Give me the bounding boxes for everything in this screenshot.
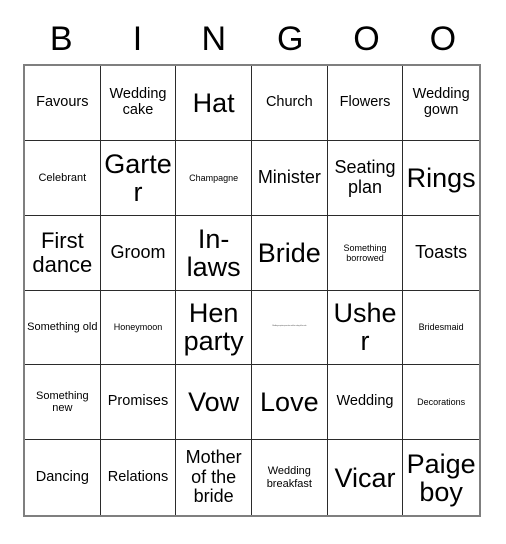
- bingo-cell-r5c1[interactable]: Something new: [25, 365, 101, 441]
- bingo-header-letter-2: I: [132, 19, 143, 58]
- bingo-cell-r1c2[interactable]: Wedding cake: [100, 66, 177, 141]
- bingo-cell-r3c1[interactable]: First dance: [25, 215, 101, 291]
- bingo-cell-r5c6[interactable]: Decorations: [403, 365, 479, 441]
- bingo-cell-r1c1[interactable]: Favours: [25, 66, 101, 141]
- bingo-cell-r1c6[interactable]: Wedding gown: [403, 66, 479, 141]
- bingo-cell-r3c4[interactable]: Bride: [251, 215, 328, 291]
- bingo-header-letter-4: G: [276, 19, 304, 58]
- bingo-cell-label: Flowers: [339, 93, 391, 110]
- bingo-cell-label: Decorations: [417, 397, 466, 408]
- bingo-cell-label: In-laws: [186, 223, 241, 282]
- bingo-cell-label: Vicar: [334, 462, 396, 493]
- bingo-header-row: BINGOO: [23, 13, 481, 64]
- bingo-cell-label: Champagne: [189, 172, 239, 183]
- bingo-cell-r3c3[interactable]: In-laws: [176, 215, 252, 291]
- bingo-cell-label: Usher: [333, 298, 397, 357]
- bingo-cell-r4c6[interactable]: Bridesmaid: [403, 290, 479, 366]
- bingo-cell-label: Church: [265, 93, 313, 110]
- bingo-cell-label: Hen party: [183, 298, 244, 357]
- bingo-cell-label: Bridesmaid: [418, 322, 464, 333]
- bingo-cell-label: Vow: [188, 387, 240, 418]
- bingo-cell-label: Love: [260, 387, 319, 418]
- bingo-cell-label: Wedding cake: [109, 85, 167, 118]
- bingo-cell-label: First dance: [32, 228, 93, 277]
- bingo-header-letter-5: O: [353, 19, 380, 58]
- bingo-cell-label: Something old: [27, 321, 98, 334]
- bingo-cell-r5c3[interactable]: Vow: [176, 365, 252, 441]
- bingo-cell-r6c1[interactable]: Dancing: [25, 440, 101, 515]
- bingo-cell-label: Wedding gown: [412, 85, 470, 118]
- bingo-cell-label: Favours: [36, 93, 89, 110]
- bingo-cell-label: Garter: [104, 148, 172, 207]
- bingo-cell-r2c4[interactable]: Minister: [251, 140, 328, 216]
- bingo-header-letter-6: O: [429, 19, 457, 58]
- bingo-cell-r5c5[interactable]: Wedding: [327, 365, 404, 441]
- bingo-cell-label: Hat: [192, 87, 235, 118]
- bingo-cell-r4c4[interactable]: Wedding reception speeches and the cutti…: [251, 290, 328, 366]
- bingo-cell-label: Bride: [257, 237, 321, 268]
- bingo-cell-r6c4[interactable]: Wedding breakfast: [251, 440, 328, 515]
- bingo-cell-label: Honeymoon: [113, 322, 163, 333]
- bingo-cell-r4c2[interactable]: Honeymoon: [100, 290, 177, 366]
- bingo-cell-r1c3[interactable]: Hat: [176, 66, 252, 141]
- bingo-cell-r6c2[interactable]: Relations: [100, 440, 177, 515]
- bingo-cell-r6c3[interactable]: Mother of the bride: [176, 440, 252, 515]
- bingo-cell-r5c2[interactable]: Promises: [100, 365, 177, 441]
- bingo-cell-r1c5[interactable]: Flowers: [327, 66, 404, 141]
- bingo-header-letter-1: B: [49, 19, 73, 58]
- bingo-cell-r2c5[interactable]: Seating plan: [327, 140, 404, 216]
- bingo-cell-r5c4[interactable]: Love: [251, 365, 328, 441]
- bingo-cell-label: Groom: [110, 241, 166, 262]
- bingo-cell-r2c3[interactable]: Champagne: [176, 140, 252, 216]
- bingo-cell-label: Minister: [257, 167, 321, 188]
- bingo-cell-label: Paige boy: [406, 448, 476, 507]
- bingo-grid: Favours Wedding cake Hat Church Flowers Weddi…: [23, 64, 481, 517]
- bingo-cell-r4c3[interactable]: Hen party: [176, 290, 252, 366]
- bingo-header-letter-3: N: [201, 19, 227, 58]
- bingo-cell-label: Rings: [406, 162, 476, 193]
- bingo-cell-r2c1[interactable]: Celebrant: [25, 140, 101, 216]
- bingo-cell-label: Relations: [107, 468, 169, 485]
- bingo-cell-label: Promises: [107, 393, 169, 410]
- bingo-cell-label: Wedding reception speeches and the cutti…: [272, 326, 307, 328]
- bingo-cell-r6c5[interactable]: Vicar: [327, 440, 404, 515]
- bingo-cell-label: Something new: [36, 389, 89, 415]
- bingo-cell-label: Seating plan: [334, 157, 396, 197]
- bingo-cell-r3c5[interactable]: Something borrowed: [327, 215, 404, 291]
- bingo-cell-r2c6[interactable]: Rings: [403, 140, 479, 216]
- bingo-cell-label: Mother of the bride: [185, 447, 242, 507]
- bingo-cell-r3c2[interactable]: Groom: [100, 215, 177, 291]
- bingo-cell-label: Something borrowed: [343, 242, 387, 263]
- bingo-cell-label: Dancing: [35, 468, 89, 485]
- bingo-cell-r4c5[interactable]: Usher: [327, 290, 404, 366]
- bingo-cell-label: Toasts: [415, 241, 468, 262]
- bingo-cell-r1c4[interactable]: Church: [251, 66, 328, 141]
- bingo-cell-r2c2[interactable]: Garter: [100, 140, 177, 216]
- bingo-cell-r6c6[interactable]: Paige boy: [403, 440, 479, 515]
- bingo-cell-label: Wedding breakfast: [266, 465, 312, 490]
- bingo-cell-r4c1[interactable]: Something old: [25, 290, 101, 366]
- bingo-cell-label: Celebrant: [38, 171, 87, 184]
- bingo-cell-r3c6[interactable]: Toasts: [403, 215, 479, 291]
- bingo-card: B I N G O O Favours Wedding cake Hat Church Flowe…: [0, 0, 506, 544]
- bingo-cell-label: Wedding: [336, 393, 394, 410]
